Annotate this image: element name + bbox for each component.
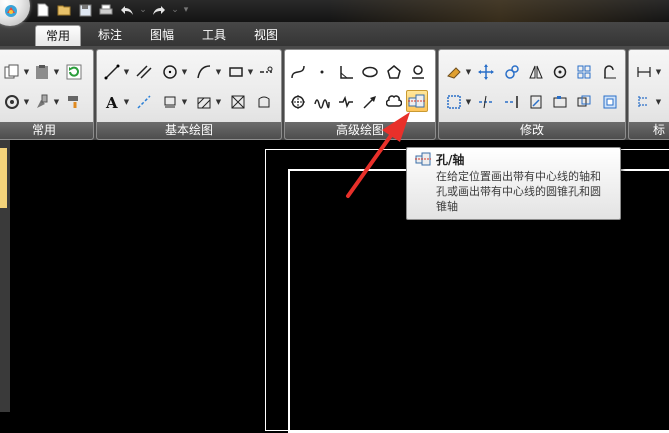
extend-icon[interactable]: [501, 91, 523, 113]
tab-tools[interactable]: 工具: [192, 25, 236, 46]
select-window-icon[interactable]: [443, 91, 465, 113]
quick-access-toolbar: ⌄ ⌄ ▾: [34, 1, 190, 19]
redo-dropdown-icon[interactable]: ⌄: [171, 5, 179, 15]
angle-icon[interactable]: [335, 61, 357, 83]
group-basic-drawing: ▼ ▼ ▼ ▼ A ▼ ▼ ▼ 基本绘图: [96, 49, 282, 140]
arc-dropdown-icon[interactable]: ▼: [215, 61, 222, 83]
move-icon[interactable]: [475, 61, 497, 83]
hatch-boundary-icon[interactable]: [407, 61, 429, 83]
tab-drawing-frame[interactable]: 图幅: [140, 25, 184, 46]
brush-dropdown-icon[interactable]: ▼: [53, 91, 60, 113]
layer-icon[interactable]: [1, 91, 23, 113]
tab-view[interactable]: 视图: [244, 25, 288, 46]
new-file-icon[interactable]: [34, 1, 52, 19]
refresh-icon[interactable]: [63, 61, 85, 83]
brush-icon[interactable]: [31, 91, 53, 113]
explode-icon[interactable]: [599, 91, 621, 113]
undo-icon[interactable]: [118, 1, 136, 19]
left-panel-tab[interactable]: [0, 148, 7, 208]
region-icon[interactable]: [253, 91, 275, 113]
erase-icon[interactable]: [443, 61, 465, 83]
save-icon[interactable]: [76, 1, 94, 19]
grid-fill-icon[interactable]: [227, 91, 249, 113]
wave-line-icon[interactable]: [311, 91, 333, 113]
circle-icon[interactable]: [159, 61, 181, 83]
linear-dimension-icon[interactable]: [633, 61, 655, 83]
app-logo-icon: [5, 5, 17, 17]
hatch-dropdown-icon[interactable]: ▼: [215, 91, 222, 113]
ribbon-tab-bar: 常用 标注 图幅 工具 视图: [0, 22, 669, 47]
chamfer-icon[interactable]: [573, 91, 595, 113]
rectangle-icon[interactable]: [225, 61, 247, 83]
circle-dropdown-icon[interactable]: ▼: [181, 61, 188, 83]
undo-dropdown-icon[interactable]: ⌄: [139, 5, 147, 15]
open-folder-icon[interactable]: [55, 1, 73, 19]
copy-object-icon[interactable]: [501, 61, 523, 83]
rectangle-dropdown-icon[interactable]: ▼: [247, 61, 254, 83]
paste-special-icon[interactable]: [31, 61, 53, 83]
title-bar-decoration: [330, 0, 669, 22]
group-modify: ▼ ▼ 修改: [438, 49, 626, 140]
hole-shaft-icon: [415, 152, 431, 166]
ribbon: ▼ ▼ ▼ ▼ 常用 ▼ ▼ ▼ ▼ A ▼ ▼ ▼ 基本绘图 高级绘图 ▼ ▼…: [0, 46, 669, 140]
group-common: ▼ ▼ ▼ ▼ 常用: [0, 49, 94, 140]
format-painter-icon[interactable]: [63, 91, 85, 113]
block-dropdown-icon[interactable]: ▼: [181, 91, 188, 113]
line-icon[interactable]: [101, 61, 123, 83]
spline-icon[interactable]: [287, 61, 309, 83]
trim-icon[interactable]: [475, 91, 497, 113]
ellipse-icon[interactable]: [359, 61, 381, 83]
array-icon[interactable]: [573, 61, 595, 83]
mirror-icon[interactable]: [525, 61, 547, 83]
copy-icon[interactable]: [1, 61, 23, 83]
select-dropdown-icon[interactable]: ▼: [465, 91, 472, 113]
rotate-icon[interactable]: [549, 61, 571, 83]
ordinate-dimension-icon[interactable]: [633, 91, 655, 113]
layer-dropdown-icon[interactable]: ▼: [23, 91, 30, 113]
tooltip-description: 在给定位置画出带有中心线的轴和 孔或画出带有中心线的圆锥孔和圆 锥轴: [436, 169, 618, 214]
arc-icon[interactable]: [193, 61, 215, 83]
tooltip: 孔/轴 在给定位置画出带有中心线的轴和 孔或画出带有中心线的圆锥孔和圆 锥轴: [406, 147, 621, 220]
group-annotation: ▼ ▼ 标: [628, 49, 669, 140]
stretch-icon[interactable]: [549, 91, 571, 113]
block-icon[interactable]: [159, 91, 181, 113]
title-bar: ⌄ ⌄ ▾: [0, 0, 669, 26]
copy-dropdown-icon[interactable]: ▼: [23, 61, 30, 83]
ordinate-dropdown-icon[interactable]: ▼: [655, 91, 662, 113]
tooltip-title: 孔/轴: [436, 153, 465, 167]
customize-icon[interactable]: ▾: [182, 5, 190, 15]
polygon-icon[interactable]: [383, 61, 405, 83]
dimension-dropdown-icon[interactable]: ▼: [655, 61, 662, 83]
tooltip-line: 孔或画出带有中心线的圆锥孔和圆: [436, 185, 601, 198]
center-mark-icon[interactable]: [287, 91, 309, 113]
parallel-line-icon[interactable]: [133, 61, 155, 83]
line-dropdown-icon[interactable]: ▼: [123, 61, 130, 83]
group-label-common: 常用: [0, 122, 93, 139]
point-icon[interactable]: [311, 61, 333, 83]
redo-icon[interactable]: [150, 1, 168, 19]
tab-common[interactable]: 常用: [35, 25, 81, 47]
text-icon[interactable]: A: [101, 91, 123, 113]
erase-dropdown-icon[interactable]: ▼: [465, 61, 472, 83]
group-label-annotation: 标: [629, 122, 669, 139]
paste-dropdown-icon[interactable]: ▼: [53, 61, 60, 83]
print-icon[interactable]: [97, 1, 115, 19]
tooltip-line: 在给定位置画出带有中心线的轴和: [436, 170, 601, 183]
group-label-modify: 修改: [439, 122, 625, 139]
offset-icon[interactable]: [599, 61, 621, 83]
tab-annotation[interactable]: 标注: [88, 25, 132, 46]
text-dropdown-icon[interactable]: ▼: [123, 91, 130, 113]
scale-icon[interactable]: [525, 91, 547, 113]
left-panel-strip[interactable]: [0, 140, 10, 412]
group-label-basic-drawing: 基本绘图: [97, 122, 281, 139]
svg-text:A: A: [105, 94, 118, 110]
hatch-icon[interactable]: [193, 91, 215, 113]
centerline-icon[interactable]: [255, 61, 277, 83]
tooltip-line: 锥轴: [436, 200, 458, 213]
construction-line-icon[interactable]: [133, 91, 155, 113]
